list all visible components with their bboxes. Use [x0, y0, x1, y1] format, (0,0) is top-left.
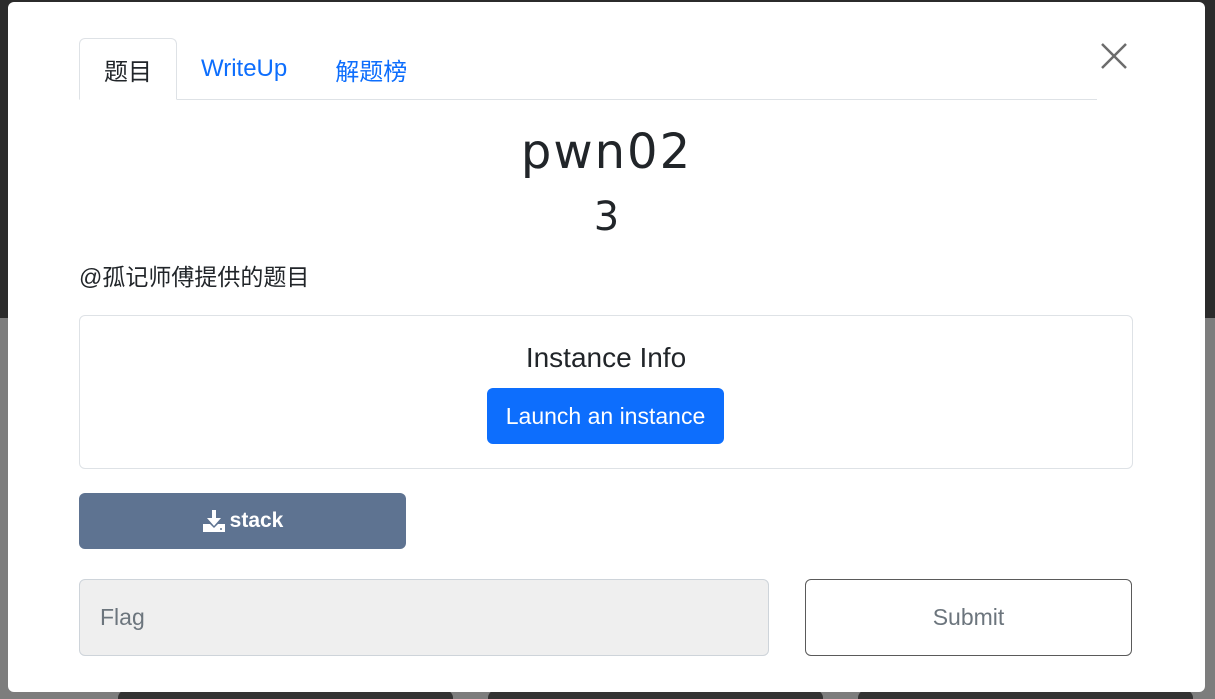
flag-input[interactable] [79, 579, 769, 656]
launch-instance-button[interactable]: Launch an instance [487, 388, 724, 444]
challenge-points: 3 [593, 194, 620, 240]
download-icon [202, 509, 226, 533]
modal-tabs: 题目 WriteUp 解题榜 [79, 38, 1097, 100]
download-stack-button[interactable]: stack [79, 493, 406, 549]
submit-button[interactable]: Submit [805, 579, 1132, 656]
close-icon[interactable] [1098, 40, 1130, 72]
challenge-description: @孤记师傅提供的题目 [79, 264, 310, 290]
challenge-title: pwn02 [520, 124, 693, 180]
tab-challenge[interactable]: 题目 [79, 38, 177, 100]
instance-info-card: Instance Info Launch an instance [79, 315, 1133, 469]
download-label: stack [229, 509, 284, 532]
tab-solves[interactable]: 解题榜 [311, 38, 431, 100]
tab-writeup[interactable]: WriteUp [177, 38, 311, 100]
instance-info-title: Instance Info [525, 342, 687, 373]
challenge-modal: 题目 WriteUp 解题榜 pwn02 3 @孤记师傅提供的题目 Instan… [8, 2, 1205, 692]
